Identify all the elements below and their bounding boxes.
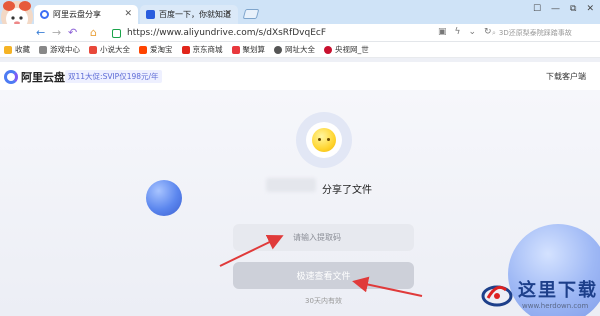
restore-icon[interactable]: ☐ — [533, 4, 541, 14]
tab-baidu[interactable]: 百度一下，你就知道 ✕ — [140, 5, 238, 24]
home-icon[interactable]: ⌂ — [90, 26, 97, 39]
window-controls: ☐ — ⧉ ✕ — [533, 4, 594, 14]
bookmark-cctv[interactable]: 央视网_世 — [324, 44, 369, 55]
download-client-link[interactable]: 下载客户端 — [546, 71, 586, 82]
search-placeholder: 3D还原梨泰院踩踏事故 — [498, 29, 572, 37]
forward-icon[interactable]: → — [52, 26, 61, 39]
bookmark-juhuasuan[interactable]: 聚划算 — [231, 44, 266, 55]
tab-label: 阿里云盘分享 — [53, 10, 101, 19]
close-window-icon[interactable]: ✕ — [586, 4, 594, 14]
address-bar: ← → ↶ ⌂ https://www.aliyundrive.com/s/dX… — [0, 24, 600, 42]
secure-lock-icon — [112, 28, 121, 38]
baidu-favicon-icon — [146, 10, 155, 19]
watermark-title: 这里下载 — [518, 280, 598, 301]
site-logo[interactable]: 阿里云盘 — [4, 69, 65, 85]
jd-icon — [181, 45, 190, 54]
search-field[interactable]: ⌕ 3D还原梨泰院踩踏事故 — [492, 26, 596, 40]
bookmark-page-icon[interactable]: ▣ — [438, 27, 447, 37]
tab-aliyun-share[interactable]: 阿里云盘分享 ✕ — [34, 5, 138, 24]
url-text: https://www.aliyundrive.com/s/dXsRfDvqEc… — [127, 28, 327, 38]
game-icon — [39, 45, 47, 54]
bookmark-label: 游戏中心 — [50, 45, 80, 54]
star-icon — [4, 45, 12, 54]
bookmark-label: 小说大全 — [100, 45, 130, 54]
tab-label: 百度一下，你就知道 — [159, 10, 231, 19]
bookmark-label: 央视网_世 — [335, 45, 369, 54]
bookmark-taobao[interactable]: 爱淘宝 — [139, 44, 173, 55]
bookmark-novels[interactable]: 小说大全 — [89, 44, 130, 55]
globe-icon — [274, 45, 282, 54]
minimize-icon[interactable]: — — [551, 4, 560, 14]
bookmark-label: 爱淘宝 — [150, 45, 173, 54]
back-icon[interactable]: ← — [36, 26, 45, 39]
bookmark-jd[interactable]: 京东商城 — [181, 44, 223, 55]
aliyundrive-logo-icon — [4, 70, 18, 84]
promo-banner[interactable]: 双11大促:SVIP仅198元/年 — [65, 70, 162, 83]
taobao-icon — [139, 45, 147, 54]
bookmark-label: 收藏 — [15, 45, 30, 54]
refresh-icon[interactable]: ↻ — [484, 27, 492, 37]
maximize-icon[interactable]: ⧉ — [570, 4, 576, 14]
bookmark-label: 京东商城 — [192, 45, 223, 54]
lightning-icon[interactable]: ϟ — [455, 27, 461, 37]
juhuasuan-icon — [231, 45, 240, 54]
annotation-arrow-to-button — [352, 276, 423, 297]
annotation-arrow-to-input — [219, 235, 284, 267]
watermark-url: www.herdown.com — [522, 302, 589, 310]
book-icon — [89, 45, 97, 54]
watermark: 这里下载 www.herdown.com — [466, 272, 600, 316]
close-tab-icon[interactable]: ✕ — [124, 9, 132, 19]
chevron-down-icon[interactable]: ⌄ — [468, 27, 476, 37]
bookmark-label: 网址大全 — [285, 45, 315, 54]
aliyun-favicon-icon — [40, 10, 49, 19]
watermark-logo-icon — [481, 285, 513, 307]
site-header: 阿里云盘 双11大促:SVIP仅198元/年 下载客户端 — [0, 62, 600, 90]
cctv-icon — [324, 45, 332, 54]
url-field[interactable]: https://www.aliyundrive.com/s/dXsRfDvqEc… — [112, 26, 434, 40]
bookmarks-bar: 收藏 游戏中心 小说大全 爱淘宝 京东商城 聚划算 网址大全 央视网_世 — [0, 42, 600, 58]
new-tab-button[interactable] — [242, 9, 260, 19]
undo-icon[interactable]: ↶ — [68, 26, 77, 39]
url-tools: ▣ ϟ ⌄ ↻ — [438, 27, 492, 37]
bookmark-favorites[interactable]: 收藏 — [4, 44, 30, 55]
site-logo-text: 阿里云盘 — [21, 71, 65, 84]
bookmark-url-directory[interactable]: 网址大全 — [274, 44, 315, 55]
bookmark-label: 聚划算 — [242, 45, 266, 54]
bookmark-games[interactable]: 游戏中心 — [39, 44, 80, 55]
tab-bar: 阿里云盘分享 ✕ 百度一下，你就知道 ✕ ☐ — ⧉ ✕ — [0, 0, 600, 33]
search-icon: ⌕ — [492, 28, 496, 37]
close-tab-icon[interactable]: ✕ — [224, 9, 232, 19]
